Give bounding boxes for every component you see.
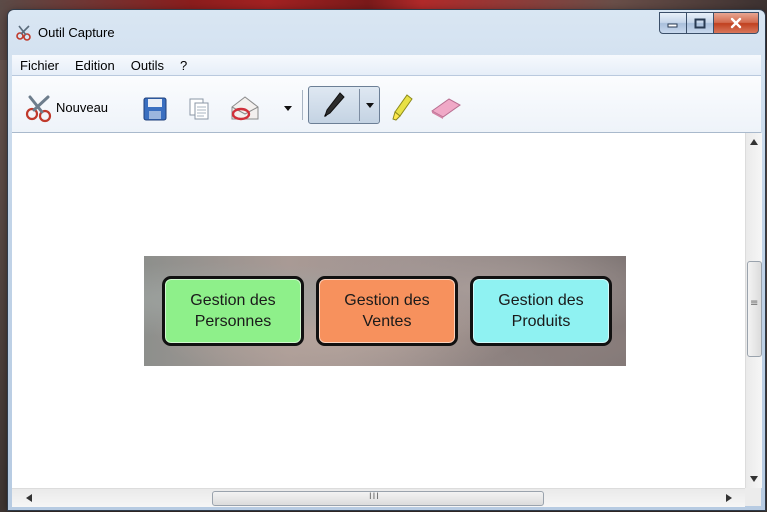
vertical-scrollbar[interactable]: ≡	[745, 133, 762, 488]
menu-outils[interactable]: Outils	[123, 58, 172, 73]
gestion-produits-line2: Produits	[511, 313, 571, 330]
scissors-icon	[16, 25, 31, 41]
vertical-scroll-thumb[interactable]: ≡	[747, 261, 762, 357]
send-snip-dropdown[interactable]	[282, 102, 294, 114]
save-button[interactable]	[140, 94, 170, 124]
toolbar-separator	[302, 90, 303, 120]
highlighter-button[interactable]	[390, 92, 416, 124]
captured-image: Gestion des Personnes Gestion des Ventes…	[144, 256, 626, 366]
maximize-button[interactable]	[687, 12, 714, 34]
minimize-button[interactable]	[659, 12, 687, 34]
new-snip-text: Nouveau	[56, 100, 109, 115]
close-icon	[730, 17, 742, 29]
menu-edition[interactable]: Edition	[67, 58, 123, 73]
gestion-ventes-button[interactable]: Gestion des Ventes	[316, 276, 458, 346]
gestion-personnes-button[interactable]: Gestion des Personnes	[162, 276, 304, 346]
floppy-disk-icon	[143, 97, 167, 121]
copy-button[interactable]	[184, 94, 214, 124]
scroll-left-icon[interactable]	[26, 494, 32, 502]
scroll-up-icon[interactable]	[750, 139, 758, 145]
resize-grip[interactable]	[745, 488, 761, 506]
scissors-icon	[25, 95, 52, 123]
send-snip-button[interactable]	[228, 92, 262, 124]
gestion-personnes-line2: Personnes	[194, 313, 272, 330]
maximize-icon	[694, 18, 706, 28]
menu-fichier[interactable]: Fichier	[12, 58, 67, 73]
snip-canvas: Gestion des Personnes Gestion des Ventes…	[12, 133, 745, 488]
envelope-icon	[231, 96, 259, 121]
horizontal-scrollbar[interactable]: III	[12, 488, 745, 507]
chevron-down-icon	[284, 105, 292, 111]
pen-dropdown[interactable]	[361, 87, 379, 123]
copy-icon	[189, 98, 209, 120]
close-button[interactable]	[714, 12, 759, 34]
vertical-thumb-grip: ≡	[750, 298, 759, 309]
scroll-down-icon[interactable]	[750, 476, 758, 482]
eraser-icon	[431, 98, 461, 119]
new-snip-button[interactable]: Nouveau	[18, 94, 138, 123]
pen-tool-group	[308, 86, 380, 124]
gestion-produits-button[interactable]: Gestion des Produits	[470, 276, 612, 346]
gestion-produits-line1: Gestion des	[498, 292, 584, 309]
snipping-tool-window: Outil Capture Fichier Edition Outils ? N…	[8, 10, 765, 510]
pen-group-divider	[359, 89, 360, 121]
gestion-personnes-line1: Gestion des	[190, 292, 276, 309]
new-snip-label: Nouveau	[56, 100, 108, 115]
eraser-button[interactable]	[428, 94, 464, 122]
caption-buttons	[659, 12, 759, 34]
horizontal-thumb-grip: III	[369, 492, 380, 502]
gestion-ventes-line1: Gestion des	[344, 292, 430, 309]
title-bar[interactable]: Outil Capture	[8, 10, 765, 52]
toolbar: Nouveau	[12, 76, 761, 133]
pen-button[interactable]	[309, 87, 359, 123]
menu-help[interactable]: ?	[172, 58, 195, 73]
menu-bar: Fichier Edition Outils ?	[12, 55, 761, 76]
window-title: Outil Capture	[38, 25, 115, 40]
pen-icon	[324, 92, 345, 118]
gestion-ventes-line2: Ventes	[362, 313, 412, 330]
scroll-right-icon[interactable]	[726, 494, 732, 502]
highlighter-icon	[392, 94, 413, 121]
chevron-down-icon	[366, 102, 374, 108]
horizontal-scroll-thumb[interactable]: III	[212, 491, 544, 506]
minimize-icon	[667, 23, 678, 28]
